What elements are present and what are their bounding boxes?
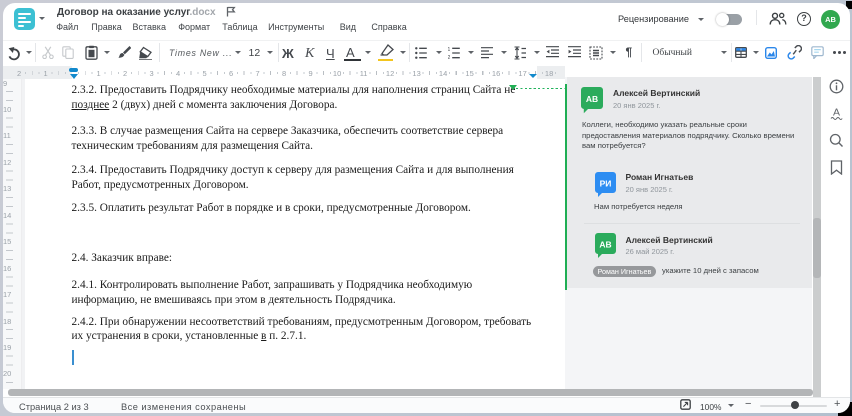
svg-text:РИ: РИ (600, 178, 612, 188)
svg-text:А: А (833, 107, 840, 119)
svg-text:2: 2 (448, 55, 451, 59)
svg-text:АВ: АВ (599, 239, 611, 249)
svg-text:1: 1 (448, 47, 451, 53)
svg-text:АВ: АВ (586, 94, 598, 104)
